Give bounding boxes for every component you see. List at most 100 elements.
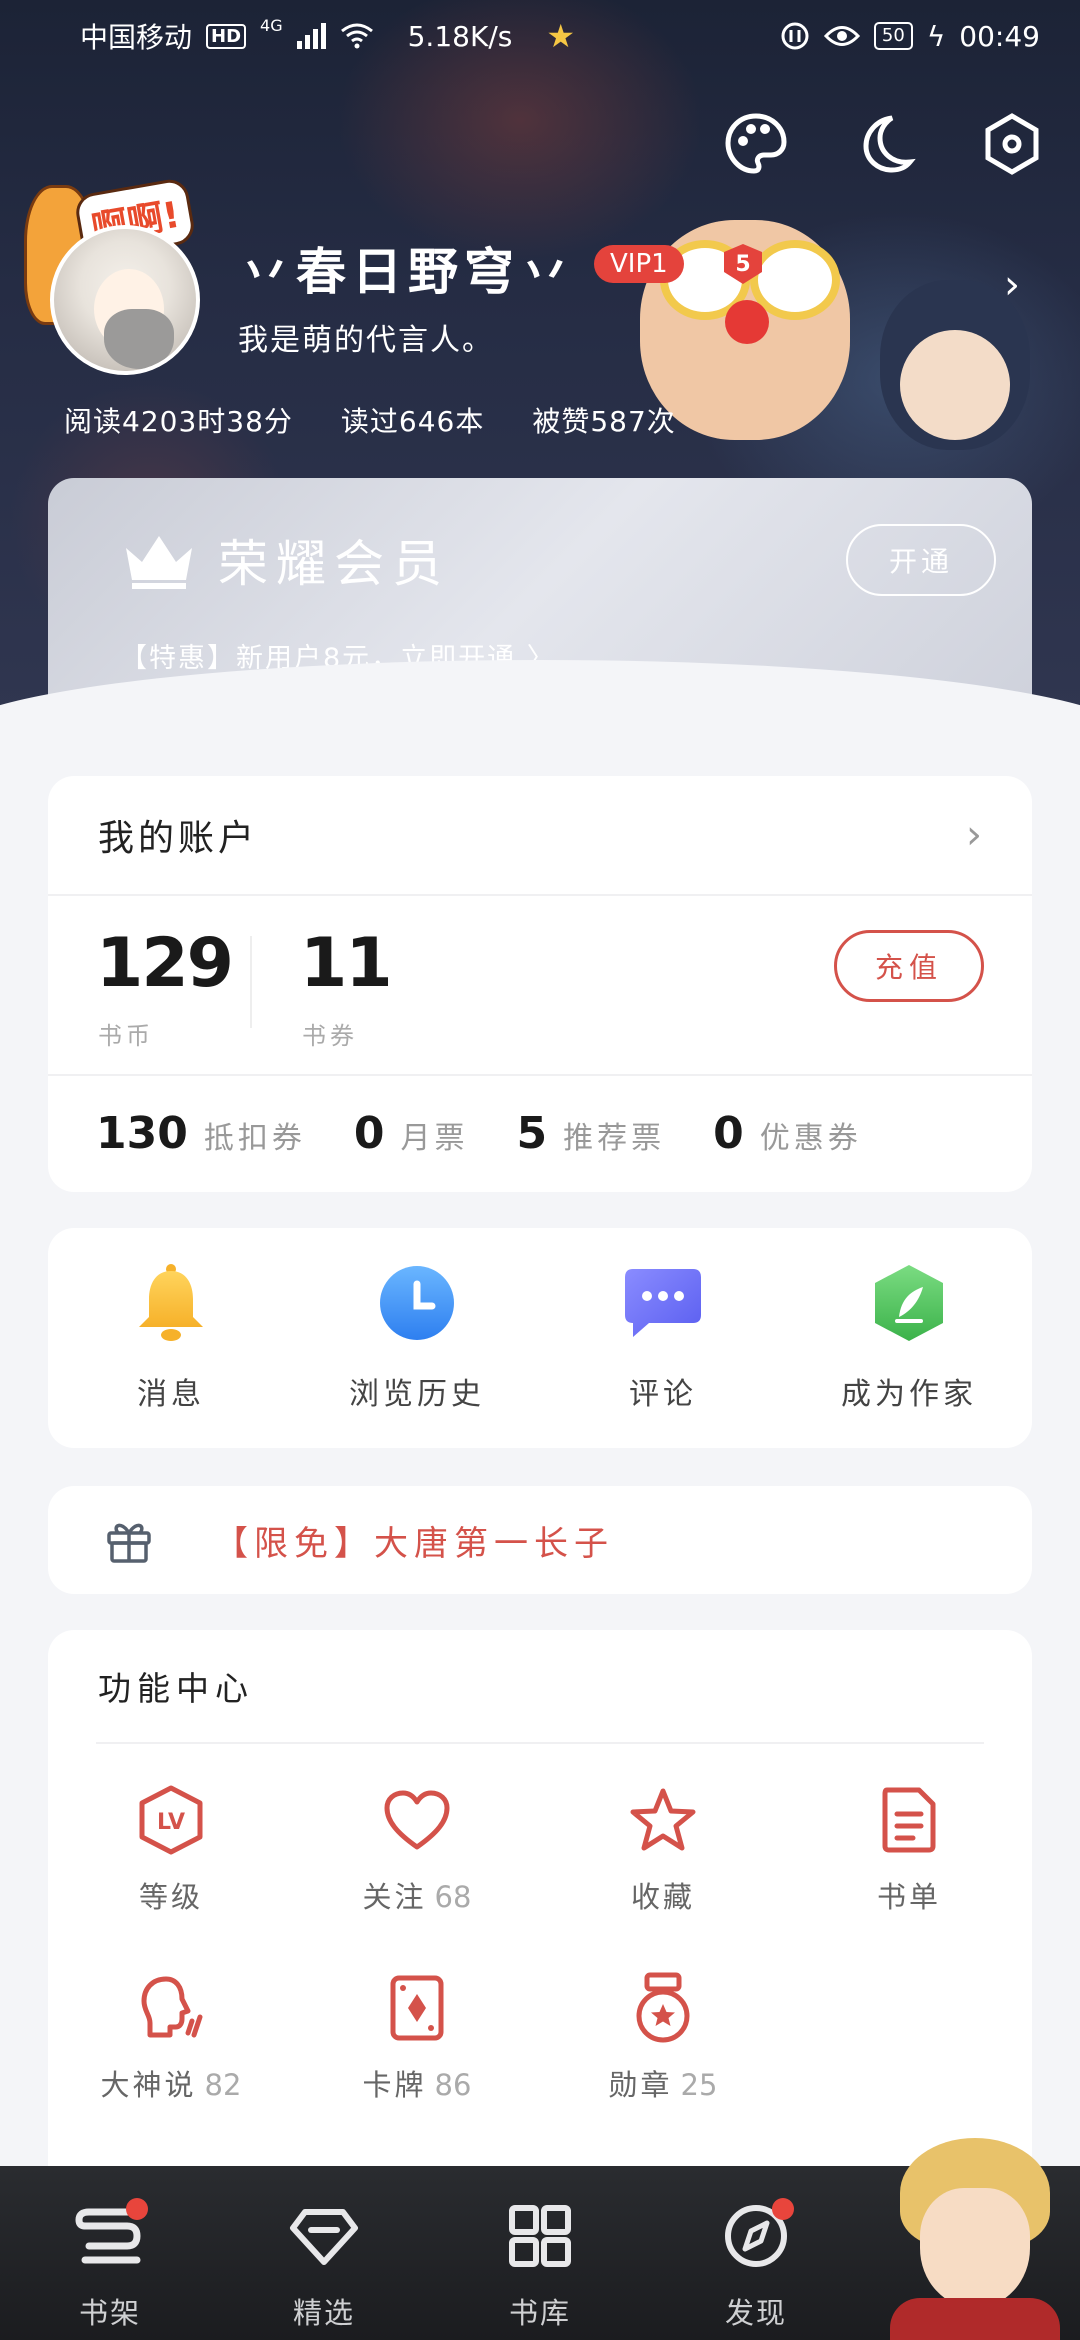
vip-open-button[interactable]: 开通	[846, 524, 996, 596]
tab-label: 书架	[78, 2296, 141, 2330]
stat-reading-time: 阅读4203时38分	[64, 405, 293, 438]
stat-books-read: 读过646本	[340, 405, 485, 438]
tab-featured[interactable]: 精选	[254, 2196, 394, 2332]
func-label: 书单	[876, 1880, 941, 1914]
username[interactable]: 丷春日野穹丷	[240, 232, 576, 304]
func-favorites[interactable]: 收藏	[540, 1784, 786, 1916]
quick-label: 成为作家	[841, 1377, 977, 1412]
notification-dot	[126, 2198, 148, 2220]
compass-icon	[716, 2196, 796, 2276]
quick-messages[interactable]: 消息	[48, 1263, 294, 1413]
tab-label: 发现	[724, 2296, 787, 2330]
func-level[interactable]: LV 等级	[48, 1784, 294, 1916]
coins-value[interactable]: 129	[96, 924, 234, 1003]
func-follow[interactable]: 关注 68	[294, 1784, 540, 1916]
quick-label: 消息	[137, 1377, 205, 1412]
ticket-recommend[interactable]: 5 推荐票	[516, 1108, 665, 1159]
medal-icon	[627, 1972, 699, 2044]
user-bio: 我是萌的代言人。	[238, 323, 494, 358]
network-type: 4G	[260, 16, 283, 35]
profile-header: 中国移动 HD 4G 5.18K/s ★ 50 ϟ 00:49 啊啊! 丷春日野…	[0, 0, 1080, 860]
ticket-label: 月票	[400, 1120, 469, 1156]
chevron-right-icon: ›	[966, 812, 982, 858]
header-actions	[720, 108, 1048, 180]
theme-palette-icon[interactable]	[720, 108, 792, 180]
booklist-icon	[873, 1784, 945, 1856]
ticket-monthly[interactable]: 0 月票	[354, 1108, 469, 1159]
ticket-value: 0	[713, 1107, 744, 1159]
signal-icon	[296, 23, 326, 49]
stat-likes: 被赞587次	[532, 405, 676, 438]
clock-time: 00:49	[959, 19, 1040, 53]
tab-discover[interactable]: 发现	[686, 2196, 826, 2332]
free-book-banner[interactable]: 【限免】大唐第一长子	[48, 1486, 1032, 1594]
vouchers-label: 书券	[302, 1022, 358, 1050]
func-label: 大神说	[100, 2068, 197, 2102]
avatar[interactable]	[50, 225, 200, 375]
bell-icon	[131, 1263, 211, 1343]
func-master-says[interactable]: 大神说 82	[48, 1972, 294, 2104]
vouchers-value[interactable]: 11	[300, 924, 393, 1003]
func-label: 勋章	[608, 2068, 673, 2102]
reading-stats: 阅读4203时38分 读过646本 被赞587次	[64, 400, 676, 440]
account-title: 我的账户	[98, 818, 259, 859]
hd-icon: HD	[206, 23, 247, 49]
chat-bubble-icon	[623, 1263, 703, 1343]
account-balance: 129 书币 11 书券 充值	[48, 896, 1032, 1076]
ticket-coupon[interactable]: 0 优惠券	[713, 1108, 862, 1159]
eye-comfort-icon	[823, 26, 860, 46]
speaking-head-icon	[135, 1972, 207, 2044]
function-center-title: 功能中心	[98, 1669, 254, 1708]
tab-bookshelf[interactable]: 书架	[40, 2196, 180, 2332]
crown-icon	[126, 536, 192, 589]
recharge-button[interactable]: 充值	[834, 930, 984, 1002]
quick-label: 评论	[629, 1377, 697, 1412]
ticket-value: 0	[353, 1107, 385, 1159]
divider	[250, 936, 252, 1028]
ticket-label: 优惠券	[759, 1120, 862, 1156]
account-header[interactable]: 我的账户 ›	[48, 776, 1032, 896]
func-count: 68	[434, 1880, 472, 1914]
heart-icon	[381, 1784, 453, 1856]
battery-icon: 50	[873, 22, 913, 50]
quick-history[interactable]: 浏览历史	[294, 1263, 540, 1413]
free-book-text: 【限免】大唐第一长子	[214, 1523, 614, 1564]
tab-library[interactable]: 书库	[470, 2196, 610, 2332]
level-badge[interactable]: 5	[724, 244, 762, 284]
func-cards[interactable]: 卡牌 86	[294, 1972, 540, 2104]
vip-badge[interactable]: VIP1	[594, 245, 684, 283]
coins-label: 书币	[98, 1022, 154, 1050]
charging-icon: ϟ	[926, 19, 946, 53]
ticket-deduction[interactable]: 130 抵扣券	[96, 1108, 306, 1159]
nfc-icon	[781, 22, 809, 50]
quick-become-writer[interactable]: 成为作家	[786, 1263, 1032, 1413]
settings-icon[interactable]	[976, 108, 1048, 180]
func-booklist[interactable]: 书单	[786, 1784, 1032, 1916]
func-label: 收藏	[630, 1880, 695, 1914]
ticket-row: 130 抵扣券 0 月票 5 推荐票 0 优惠券	[48, 1076, 1032, 1190]
ticket-value: 130	[96, 1107, 188, 1159]
func-medals[interactable]: 勋章 25	[540, 1972, 786, 2104]
card-icon	[381, 1972, 453, 2044]
bookshelf-icon	[70, 2196, 150, 2276]
star-notification-icon: ★	[546, 17, 576, 55]
account-card: 我的账户 › 129 书币 11 书券 充值 130 抵扣券 0 月票 5 推荐票 0…	[48, 776, 1032, 1192]
func-count: 82	[204, 2068, 242, 2102]
quick-actions: 消息 浏览历史 评论 成为作家	[48, 1228, 1032, 1448]
floating-mascot[interactable]	[870, 2138, 1070, 2340]
notification-dot	[772, 2198, 794, 2220]
quick-label: 浏览历史	[349, 1377, 485, 1412]
tab-label: 精选	[292, 2296, 355, 2330]
svg-text:LV: LV	[157, 1810, 185, 1835]
func-count: 25	[680, 2068, 718, 2102]
carrier-name: 中国移动	[80, 21, 193, 54]
function-grid: LV 等级 关注 68 收藏 书单 大神说 82 卡牌 86 勋章 25	[48, 1744, 1032, 2104]
night-mode-icon[interactable]	[848, 108, 920, 180]
ticket-label: 推荐票	[563, 1120, 666, 1156]
clock-icon	[377, 1263, 457, 1343]
network-speed: 5.18K/s	[407, 19, 513, 53]
pen-leaf-icon	[869, 1263, 949, 1343]
profile-arrow-icon[interactable]: ›	[1004, 262, 1020, 308]
quick-comments[interactable]: 评论	[540, 1263, 786, 1413]
func-count: 86	[434, 2068, 472, 2102]
